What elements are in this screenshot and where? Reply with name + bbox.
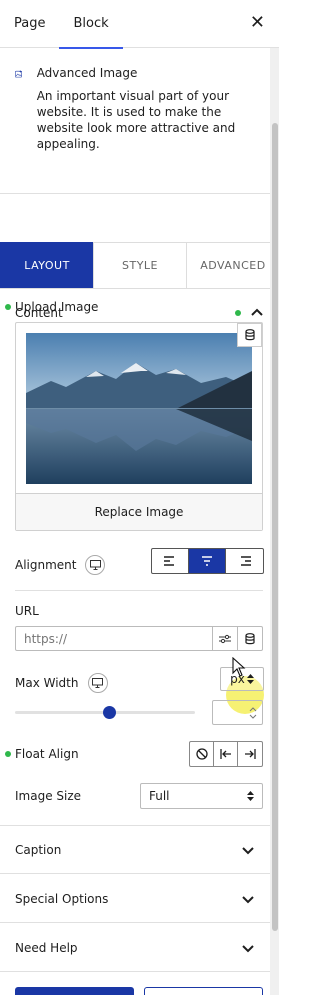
block-card: Advanced Image An important visual part … [0,48,279,194]
max-width-number-input[interactable] [212,700,263,725]
alignment-row: Alignment [15,555,106,575]
responsive-device-button[interactable] [87,673,108,693]
updown-caret-icon [246,674,254,684]
float-align-label: Float Align [15,747,79,761]
need-help-panel-header[interactable]: Need Help [0,927,270,969]
url-field [15,626,263,651]
primary-footer-button[interactable] [15,987,134,995]
dynamic-data-button[interactable] [237,323,262,347]
block-description: An important visual part of your website… [36,89,236,151]
chevron-down-icon [242,945,254,953]
upload-image-row: Upload Image [5,300,98,314]
divider [0,873,270,874]
tab-block[interactable]: Block [59,0,123,49]
tab-style[interactable]: STYLE [93,242,186,288]
active-dot [235,310,241,316]
chevron-down-icon [242,896,254,904]
no-entry-icon [195,748,208,760]
image-size-select[interactable]: Full [140,783,263,809]
scrollbar-thumb[interactable] [272,123,278,931]
url-input[interactable] [16,627,212,650]
divider [0,825,270,826]
chevron-down-icon [242,847,254,855]
database-icon [244,329,255,341]
need-help-panel-title: Need Help [15,941,78,955]
desktop-icon [92,678,103,688]
top-tabs: Page Block ✕ [0,0,279,49]
updown-caret-icon [247,791,254,801]
link-settings-button[interactable] [212,627,237,650]
responsive-device-button[interactable] [85,555,106,575]
float-align-control [189,741,263,767]
alignment-label: Alignment [15,558,77,572]
align-left-icon [164,556,174,566]
float-right-button[interactable] [238,742,262,766]
sliders-icon [219,634,231,643]
image-upload-box: Replace Image [15,322,263,531]
upload-image-label: Upload Image [15,300,99,314]
float-left-button[interactable] [214,742,238,766]
divider [15,590,263,591]
spinner-arrows-icon [249,706,257,719]
tab-advanced[interactable]: ADVANCED [186,242,279,288]
active-dot [5,751,11,757]
arrow-to-left-icon [219,749,231,759]
align-right-icon [240,556,251,566]
max-width-label: Max Width [15,676,79,690]
chevron-up-icon [251,308,263,316]
align-right-button[interactable] [226,549,263,573]
alignment-segmented-control [151,548,264,574]
float-align-row: Float Align [5,747,79,761]
image-size-value: Full [149,789,170,803]
arrow-to-right-icon [245,749,256,759]
tab-layout[interactable]: LAYOUT [0,242,93,288]
close-icon[interactable]: ✕ [250,13,265,33]
secondary-footer-button[interactable] [144,987,263,995]
caption-panel-header[interactable]: Caption [0,829,270,871]
scrollbar-track[interactable] [270,48,279,995]
align-center-icon [202,556,212,566]
main-tabs: LAYOUT STYLE ADVANCED [0,242,279,289]
image-size-label: Image Size [15,789,82,803]
max-width-row: Max Width [15,673,108,693]
desktop-icon [89,560,101,570]
database-icon [245,632,255,644]
mouse-cursor-icon [232,657,246,677]
mountain-lake-image [26,333,252,484]
divider [0,971,270,972]
align-left-button[interactable] [152,549,189,573]
image-preview[interactable] [26,333,252,484]
active-dot [5,304,11,310]
align-center-button[interactable] [189,549,226,573]
special-options-panel-header[interactable]: Special Options [0,878,270,920]
caption-panel-title: Caption [15,843,62,857]
dynamic-url-button[interactable] [237,627,262,650]
block-title: Advanced Image [36,66,138,80]
url-label: URL [15,604,39,618]
image-icon [15,70,22,78]
float-none-button[interactable] [190,742,214,766]
tab-page[interactable]: Page [0,0,59,48]
replace-image-button[interactable]: Replace Image [16,493,262,530]
special-options-panel-title: Special Options [15,892,109,906]
max-width-slider-handle[interactable] [103,706,116,719]
divider [0,922,270,923]
